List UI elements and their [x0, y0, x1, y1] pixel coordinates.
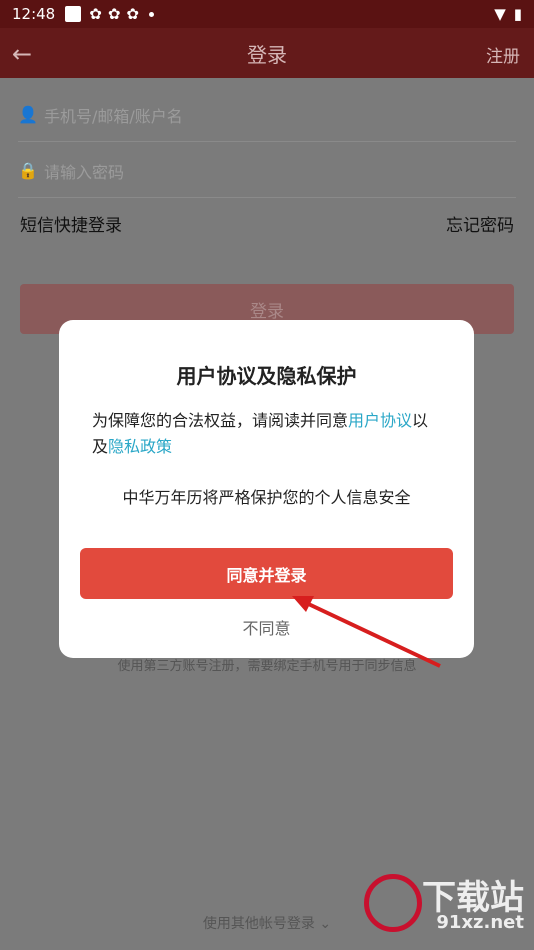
login-options-row: 短信快捷登录 忘记密码 [20, 211, 514, 236]
dialog-title: 用户协议及隐私保护 [176, 364, 357, 388]
dialog-message-prefix: 为保障您的合法权益，请阅读并同意 [92, 411, 349, 430]
lock-icon: 🔒 [18, 161, 38, 180]
pinwheel-icon: ✿ [107, 5, 121, 23]
register-button[interactable]: 注册 [486, 42, 520, 67]
app-bar: ← 登录 注册 [0, 28, 534, 78]
disagree-button[interactable]: 不同意 [59, 615, 474, 639]
agree-login-button[interactable]: 同意并登录 [80, 548, 453, 599]
dot-icon [148, 11, 154, 17]
privacy-policy-link[interactable]: 隐私政策 [108, 437, 172, 456]
dialog-notice: 中华万年历将严格保护您的个人信息安全 [122, 488, 411, 507]
user-icon: 👤 [18, 105, 38, 124]
account-placeholder: 手机号/邮箱/账户名 [44, 106, 183, 126]
pinwheel-icon: ✿ [89, 5, 102, 23]
account-field[interactable]: 👤 手机号/邮箱/账户名 [18, 88, 516, 142]
watermark-text-2: 91xz.net [436, 912, 524, 933]
watermark-logo-icon [364, 874, 422, 932]
status-time: 12:48 [12, 5, 56, 23]
sms-login-link[interactable]: 短信快捷登录 [20, 211, 122, 236]
dialog-message: 为保障您的合法权益，请阅读并同意用户协议以及隐私政策 [92, 408, 441, 460]
password-placeholder: 请输入密码 [44, 162, 125, 182]
page-title: 登录 [247, 42, 287, 67]
user-agreement-link[interactable]: 用户协议 [348, 411, 412, 430]
status-right-icons: ▼ ▮ [494, 5, 522, 23]
square-icon [65, 6, 82, 22]
forgot-password-link[interactable]: 忘记密码 [446, 211, 514, 236]
status-bar: 12:48 ✿ ✿ ✿ ▼ ▮ [0, 0, 534, 28]
battery-icon: ▮ [513, 5, 522, 23]
site-watermark: 下载站 91xz.net [364, 870, 524, 940]
privacy-dialog: 用户协议及隐私保护 为保障您的合法权益，请阅读并同意用户协议以及隐私政策 中华万… [59, 320, 474, 658]
wifi-icon: ▼ [494, 5, 506, 23]
password-field[interactable]: 🔒 请输入密码 [18, 144, 516, 198]
pinwheel-icon: ✿ [126, 5, 139, 23]
